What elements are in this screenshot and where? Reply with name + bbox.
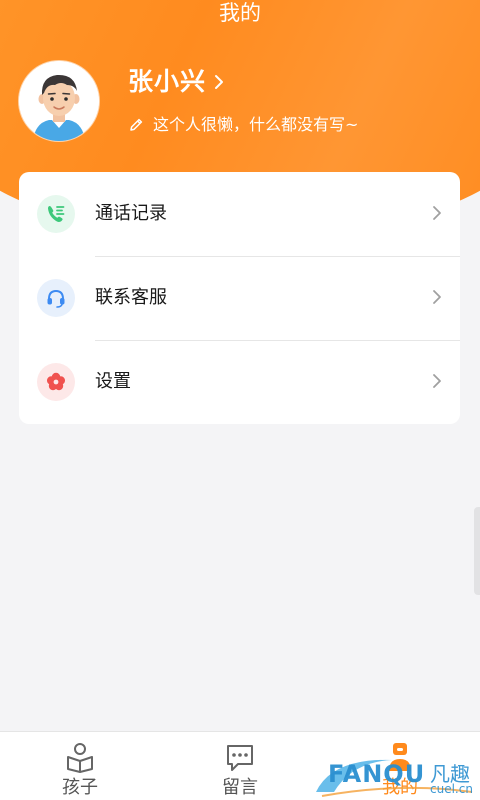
profile-name-link[interactable]: 张小兴	[128, 64, 224, 100]
menu-item-label: 通话记录	[95, 203, 167, 224]
menu-item-call-log[interactable]: 通话记录	[19, 172, 460, 256]
profile-name: 张小兴	[128, 67, 207, 96]
user-avatar-icon	[19, 61, 99, 141]
profile-bio-edit[interactable]: 这个人很懒，什么都没有写~	[128, 113, 358, 137]
chevron-right-icon	[432, 289, 442, 309]
settings-flower-icon	[37, 363, 75, 401]
child-book-icon	[64, 741, 96, 777]
chevron-right-icon	[432, 205, 442, 225]
profile-bio: 这个人很懒，什么都没有写~	[153, 115, 359, 134]
menu-item-label: 联系客服	[95, 287, 167, 308]
phone-log-icon	[37, 195, 75, 233]
headset-icon	[37, 279, 75, 317]
pencil-icon	[128, 117, 144, 133]
avatar[interactable]	[19, 61, 99, 141]
tab-label: 孩子	[62, 777, 98, 798]
page-title: 我的	[219, 1, 261, 25]
chevron-right-icon	[432, 373, 442, 393]
bottom-tab-bar: 孩子 留言 我的	[0, 731, 480, 800]
tab-child[interactable]: 孩子	[0, 732, 160, 800]
tab-label: 留言	[222, 777, 258, 798]
side-drawer-handle[interactable]	[474, 507, 480, 595]
tab-label: 我的	[382, 777, 418, 798]
menu-item-contact-support[interactable]: 联系客服	[19, 256, 460, 340]
profile-page: 我的 张小兴 这个人很懒，什么都没有写~ 通话记录 联系客服 设置 孩子 留言 …	[0, 0, 480, 800]
me-icon	[384, 741, 416, 777]
menu-card: 通话记录 联系客服 设置	[19, 172, 460, 424]
menu-item-label: 设置	[95, 371, 131, 392]
menu-item-settings[interactable]: 设置	[19, 340, 460, 424]
chevron-right-icon	[214, 74, 224, 90]
message-icon	[224, 741, 256, 777]
tab-messages[interactable]: 留言	[160, 732, 320, 800]
tab-me[interactable]: 我的	[320, 732, 480, 800]
